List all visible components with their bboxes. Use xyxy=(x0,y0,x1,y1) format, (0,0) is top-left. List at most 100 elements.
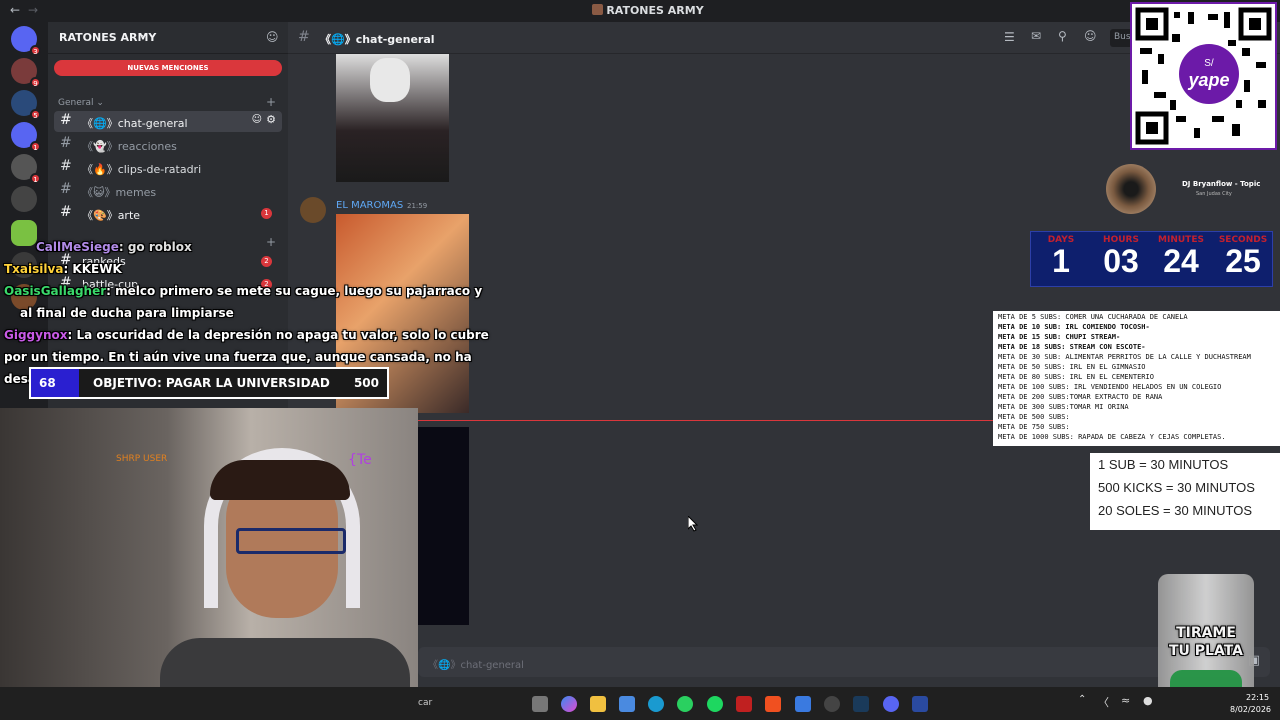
attachment-image[interactable] xyxy=(336,54,449,182)
invite-icon[interactable]: ☺ xyxy=(252,114,262,125)
chat-user: CallMeSiege xyxy=(36,240,119,254)
channel-label: 《🔥》clips-de-ratadri xyxy=(82,163,202,176)
timer-value: 25 xyxy=(1225,243,1261,279)
message-input[interactable]: 《🌐》chat-general ▣ xyxy=(418,647,1270,677)
pin-icon[interactable]: ⚲ xyxy=(1058,29,1067,43)
tip-jar-text: TIRAME TU PLATA xyxy=(1168,625,1244,659)
message-time: 21:59 xyxy=(407,202,428,210)
chat-user: OasisGallagher xyxy=(4,284,107,298)
qr-brand: yape xyxy=(1187,70,1229,90)
notepad-icon[interactable] xyxy=(795,696,811,712)
chevron-up-icon[interactable]: ⌃ xyxy=(1078,694,1086,705)
mention-badge: 9 xyxy=(30,77,41,88)
mouse-cursor-icon xyxy=(688,516,698,532)
album-art xyxy=(1106,164,1156,214)
category-general[interactable]: General ⌄ xyxy=(58,98,104,108)
channel-arte[interactable]: # 《🎨》arte 1 xyxy=(54,203,282,224)
server-icon[interactable]: 1 xyxy=(11,154,41,184)
whatsapp-icon[interactable] xyxy=(677,696,693,712)
goal-current: 68 xyxy=(39,376,56,390)
folder-icon[interactable] xyxy=(590,696,606,712)
app-icon[interactable] xyxy=(912,696,928,712)
threads-icon[interactable]: ☰ xyxy=(1004,30,1015,44)
goal-line: META DE 750 SUBS: xyxy=(998,423,1070,431)
rate-line: 500 KICKS = 30 MINUTOS xyxy=(1098,480,1255,495)
taskbar-search-text[interactable]: car xyxy=(418,698,432,708)
image-subject xyxy=(370,58,410,102)
discord-icon[interactable] xyxy=(883,696,899,712)
add-channel-icon[interactable]: + xyxy=(266,95,276,109)
channel-title: 《🌐》chat-general xyxy=(320,33,435,46)
mention-badge: 1 xyxy=(30,141,41,152)
message-author[interactable]: EL MAROMAS xyxy=(336,200,403,211)
qr-code: S/ yape xyxy=(1130,2,1277,150)
spotify-icon[interactable] xyxy=(707,696,723,712)
chevron-down-icon: ⌄ xyxy=(96,98,104,108)
qr-symbol: S/ xyxy=(1204,58,1214,69)
mic-icon[interactable]: ● xyxy=(1143,694,1153,707)
goal-line: META DE 30 SUB: ALIMENTAR PERRITOS DE LA… xyxy=(998,353,1251,361)
channel-reacciones[interactable]: # 《👻》reacciones xyxy=(54,134,282,155)
hash-icon: # xyxy=(298,29,310,45)
chat-text: : KKEWK xyxy=(63,262,122,276)
brave-icon[interactable] xyxy=(765,696,781,712)
network-icon[interactable]: 〈 xyxy=(1098,694,1109,710)
track-subtitle: San Judas City xyxy=(1196,191,1232,197)
server-icon xyxy=(592,4,604,15)
goal-line: META DE 18 SUBS: STREAM CON ESCOTE- xyxy=(998,343,1146,351)
new-mentions-banner[interactable]: NUEVAS MENCIONES xyxy=(54,60,282,76)
channel-clips[interactable]: # 《🔥》clips-de-ratadri xyxy=(54,157,282,178)
channel-chat-general[interactable]: # 《🌐》chat-general ☺ ⚙ xyxy=(54,111,282,132)
countdown-timer: DAYS 1 HOURS 03 MINUTES 24 SECONDS 25 xyxy=(1030,231,1273,287)
clock-date[interactable]: 8/02/2026 xyxy=(1230,705,1271,714)
pdf-icon[interactable] xyxy=(736,696,752,712)
goal-bar: 68 OBJETIVO: PAGAR LA UNIVERSIDAD 500 xyxy=(29,367,389,399)
server-icon[interactable] xyxy=(11,186,37,212)
sub-goals-list: META DE 5 SUBS: COMER UNA CUCHARADA DE C… xyxy=(993,311,1280,446)
discord-home-icon[interactable]: 3 xyxy=(11,26,41,56)
goal-line: META DE 1000 SUBS: RAPADA DE CABEZA Y CE… xyxy=(998,433,1226,441)
edge-icon[interactable] xyxy=(648,696,664,712)
mute-icon[interactable]: ✉ xyxy=(1031,29,1041,43)
chevron-down-icon: ⌄ xyxy=(140,30,148,40)
clock-time[interactable]: 22:15 xyxy=(1246,693,1269,702)
rate-line: 1 SUB = 30 MINUTOS xyxy=(1098,457,1229,472)
copilot-icon[interactable] xyxy=(561,696,577,712)
timer-value: 1 xyxy=(1052,243,1070,279)
chat-text: : go roblox xyxy=(118,240,192,254)
channel-memes[interactable]: # 《😺》memes xyxy=(54,180,282,201)
track-title: DJ Bryanflow - Topic xyxy=(1182,180,1261,188)
mention-badge: 1 xyxy=(30,173,41,184)
glasses xyxy=(236,528,346,554)
channel-label: 《😺》memes xyxy=(82,186,157,199)
goal-line: META DE 15 SUB: CHUPI STREAM- xyxy=(998,333,1121,341)
server-icon[interactable]: 9 xyxy=(11,58,41,88)
goal-target: 500 xyxy=(353,376,379,390)
chat-user: Giggynox xyxy=(4,328,68,342)
wifi-icon[interactable]: ≈ xyxy=(1121,694,1130,707)
server-header[interactable]: RATONES ARMY ⌄ ☺ xyxy=(48,22,288,54)
hash-icon: # xyxy=(60,181,72,197)
webcam-sticker: {Te xyxy=(348,452,372,468)
hash-icon: # xyxy=(60,135,72,151)
server-icon[interactable]: 5 xyxy=(11,90,41,120)
task-view-icon[interactable] xyxy=(532,696,548,712)
store-icon[interactable] xyxy=(619,696,635,712)
new-mentions-label: NUEVAS MENCIONES xyxy=(127,64,209,72)
members-icon[interactable]: ☺ xyxy=(1084,29,1097,43)
time-rates: 1 SUB = 30 MINUTOS 500 KICKS = 30 MINUTO… xyxy=(1090,453,1280,530)
add-member-icon[interactable]: ☺ xyxy=(266,30,279,44)
obs-icon[interactable] xyxy=(824,696,840,712)
window-title: RATONES ARMY xyxy=(0,4,1280,17)
avatar[interactable] xyxy=(300,197,326,223)
server-icon[interactable]: 1 xyxy=(11,122,41,152)
timer-value: 24 xyxy=(1163,243,1199,279)
unread-badge: 1 xyxy=(261,208,272,219)
goal-line: META DE 100 SUBS: IRL VENDIENDO HELADOS … xyxy=(998,383,1222,391)
gear-icon[interactable]: ⚙ xyxy=(266,113,276,126)
chat-user: Txaisilva xyxy=(4,262,64,276)
goal-line: META DE 5 SUBS: COMER UNA CUCHARADA DE C… xyxy=(998,313,1188,321)
steam-icon[interactable] xyxy=(853,696,869,712)
goal-line: META DE 200 SUBS:TOMAR EXTRACTO DE RANA xyxy=(998,393,1163,401)
chat-line: OasisGallagher: melco primero se mete su… xyxy=(4,280,494,324)
